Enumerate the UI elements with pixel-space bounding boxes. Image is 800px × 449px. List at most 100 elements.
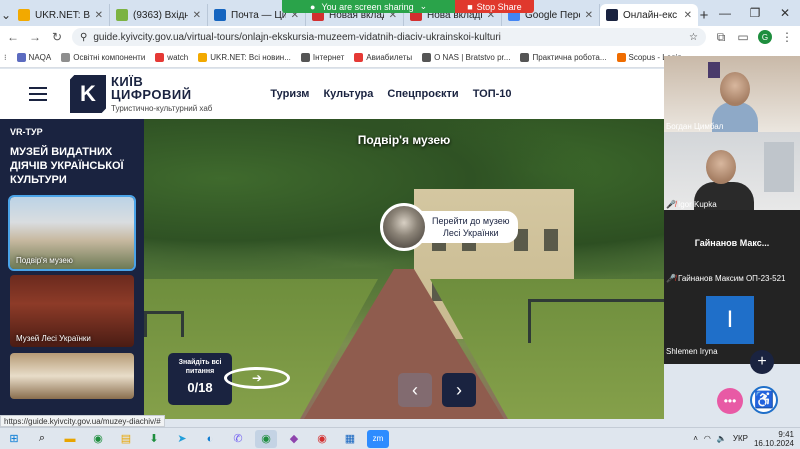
new-tab-button[interactable]: + bbox=[698, 4, 710, 26]
menu-burger-icon[interactable] bbox=[16, 69, 60, 119]
url-text: guide.kyivcity.gov.ua/virtual-tours/onla… bbox=[93, 31, 501, 43]
bookmark-item[interactable]: Практична робота... bbox=[520, 53, 607, 62]
browser-tab[interactable]: (9363) Вхідні ✕ bbox=[110, 4, 208, 26]
chrome-profile-icon[interactable]: ◉ bbox=[255, 429, 277, 448]
address-bar[interactable]: ⚲ guide.kyivcity.gov.ua/virtual-tours/on… bbox=[72, 28, 706, 46]
scene-thumb-yard[interactable]: Подвір'я музею bbox=[8, 195, 136, 271]
tab-close-icon[interactable]: ✕ bbox=[684, 10, 692, 21]
viber-icon[interactable]: ✆ bbox=[227, 430, 249, 448]
apps-icon[interactable]: ⁝ bbox=[4, 53, 7, 62]
move-cursor-icon: ➔ bbox=[224, 367, 290, 389]
clock[interactable]: 9:41 16.10.2024 bbox=[754, 430, 794, 448]
scene-thumb-3[interactable] bbox=[10, 353, 134, 399]
close-window-icon[interactable]: ✕ bbox=[770, 6, 800, 20]
bookmark-label: NAQA bbox=[28, 53, 52, 62]
volume-icon[interactable]: 🔈 bbox=[717, 434, 727, 443]
mic-muted-icon: 🎤̸ bbox=[666, 274, 676, 283]
profile-avatar[interactable]: G bbox=[758, 30, 772, 44]
nav-culture[interactable]: Культура bbox=[323, 88, 373, 100]
forward-icon[interactable]: → bbox=[28, 30, 42, 44]
bookmark-item[interactable]: Освітні компоненти bbox=[61, 53, 145, 62]
participant-name: 🎤̸ Igor Kupka bbox=[666, 200, 717, 209]
tab-close-icon[interactable]: ✕ bbox=[585, 10, 593, 21]
bookmark-favicon-icon bbox=[16, 53, 26, 62]
zoom-participants-panel: Богдан Цимбал 🎤̸ Igor Kupka Гайнанов Макс… bbox=[664, 56, 800, 364]
back-icon[interactable]: ← bbox=[6, 30, 20, 44]
tab-title: Почта — Цит bbox=[231, 9, 286, 21]
chat-widget-icon[interactable]: ••• bbox=[717, 388, 743, 414]
hotspot-lesya-museum[interactable]: Перейти до музею Лесі Українки bbox=[380, 203, 518, 251]
bookmark-item[interactable]: NAQA bbox=[16, 53, 52, 62]
bookmark-item[interactable]: Інтернет bbox=[300, 53, 344, 62]
language-indicator[interactable]: УКР bbox=[733, 434, 748, 443]
folder-icon[interactable]: ▤ bbox=[115, 430, 137, 448]
bookmark-favicon-icon bbox=[198, 53, 208, 62]
minimize-icon[interactable]: — bbox=[710, 6, 740, 20]
bookmark-star-icon[interactable]: ☆ bbox=[689, 32, 698, 43]
participant-video-3[interactable]: Гайнанов Макс... 🎤̸ Гайнанов Максим ОП-23… bbox=[664, 210, 800, 284]
sidebar-icon[interactable]: ▭ bbox=[736, 30, 750, 44]
tab-search-icon[interactable]: ⌄ bbox=[0, 4, 12, 26]
extensions-icon[interactable]: ⧉ bbox=[714, 30, 728, 45]
start-icon[interactable]: ⊞ bbox=[3, 430, 25, 448]
restore-icon[interactable]: ❐ bbox=[740, 6, 770, 20]
nav-specprojects[interactable]: Спецпроєкти bbox=[387, 88, 458, 100]
bookmark-label: Практична робота... bbox=[532, 53, 607, 62]
zoom-in-button[interactable]: + bbox=[750, 350, 774, 374]
telegram-icon[interactable]: ➤ bbox=[171, 430, 193, 448]
main-nav: Туризм Культура Спецпроєкти ТОП-10 bbox=[270, 88, 511, 100]
window-controls: — ❐ ✕ bbox=[710, 0, 800, 26]
app-purple-icon[interactable]: ◆ bbox=[283, 430, 305, 448]
scene-thumb-lesya-museum[interactable]: Музей Лесі Українки bbox=[10, 275, 134, 347]
browser-tab[interactable]: Онлайн-екс ✕ bbox=[600, 4, 698, 26]
quiz-counter-button[interactable]: Знайдіть всі питання 0/18 bbox=[168, 353, 232, 405]
document-app-icon[interactable]: ▦ bbox=[339, 430, 361, 448]
nav-tourism[interactable]: Туризм bbox=[270, 88, 309, 100]
chrome-icon-2[interactable]: ◉ bbox=[311, 430, 333, 448]
status-bar-url: https://guide.kyivcity.gov.ua/muzey-diac… bbox=[0, 415, 165, 427]
bookmark-favicon-icon bbox=[354, 53, 364, 62]
tab-close-icon[interactable]: ✕ bbox=[193, 10, 201, 21]
bookmark-item[interactable]: watch bbox=[155, 53, 188, 62]
quiz-count: 0/18 bbox=[187, 380, 213, 395]
browser-toolbar: ← → ↻ ⚲ guide.kyivcity.gov.ua/virtual-to… bbox=[0, 26, 800, 48]
site-logo[interactable]: K КИЇВ ЦИФРОВИЙ Туристично-культурний ха… bbox=[70, 75, 212, 113]
edge-icon[interactable]: ◐ bbox=[199, 430, 221, 448]
participant-video-2[interactable]: 🎤̸ Igor Kupka bbox=[664, 132, 800, 210]
bookmark-label: watch bbox=[167, 53, 189, 62]
bookmark-item[interactable]: О NAS | Bratstvo pr... bbox=[422, 53, 510, 62]
site-info-icon[interactable]: ⚲ bbox=[80, 32, 87, 43]
bookmark-label: UKR.NET: Всі новин... bbox=[210, 53, 291, 62]
nav-top10[interactable]: ТОП-10 bbox=[473, 88, 512, 100]
browser-menu-icon[interactable]: ⋮ bbox=[780, 30, 794, 44]
zoom-app-icon[interactable]: zm bbox=[367, 429, 389, 448]
quiz-label: Знайдіть всі питання bbox=[178, 359, 222, 375]
bookmark-item[interactable]: Авиабилеты bbox=[354, 53, 412, 62]
tab-close-icon[interactable]: ✕ bbox=[95, 10, 103, 21]
search-icon[interactable]: ⌕ bbox=[31, 430, 53, 448]
next-scene-button[interactable]: › bbox=[442, 373, 476, 407]
logo-k-icon: K bbox=[70, 75, 106, 113]
browser-tab[interactable]: UKR.NET: Всі но ✕ bbox=[12, 4, 110, 26]
reload-icon[interactable]: ↻ bbox=[50, 30, 64, 44]
logo-line2: ЦИФРОВИЙ bbox=[111, 87, 192, 102]
participant-video-4[interactable]: I Shlemen Iryna bbox=[664, 284, 800, 364]
prev-scene-button[interactable]: ‹ bbox=[398, 373, 432, 407]
stop-share-button[interactable]: ■ Stop Share bbox=[455, 0, 534, 13]
participant-name: Shlemen Iryna bbox=[666, 347, 718, 356]
tray-expand-icon[interactable]: ˄ bbox=[693, 434, 698, 443]
chrome-icon[interactable]: ◉ bbox=[87, 430, 109, 448]
file-explorer-icon[interactable]: ▬ bbox=[59, 430, 81, 448]
participant-video-1[interactable]: Богдан Цимбал bbox=[664, 56, 800, 132]
accessibility-icon[interactable]: ♿ bbox=[750, 386, 778, 414]
bookmark-favicon-icon bbox=[155, 53, 165, 62]
participant-avatar: I bbox=[706, 296, 754, 344]
share-options-icon[interactable]: ⌄ bbox=[420, 1, 428, 12]
bookmark-item[interactable]: UKR.NET: Всі новин... bbox=[198, 53, 291, 62]
download-icon[interactable]: ⬇ bbox=[143, 430, 165, 448]
wifi-icon[interactable]: ◠ bbox=[704, 434, 711, 443]
participant-name: 🎤̸ Гайнанов Максим ОП-23-521 bbox=[666, 274, 786, 283]
panorama-viewer[interactable]: Подвір'я музею Перейти до музею Лесі Укр… bbox=[144, 119, 664, 419]
bookmark-favicon-icon bbox=[422, 53, 432, 62]
tab-title: Онлайн-екс bbox=[623, 9, 678, 21]
